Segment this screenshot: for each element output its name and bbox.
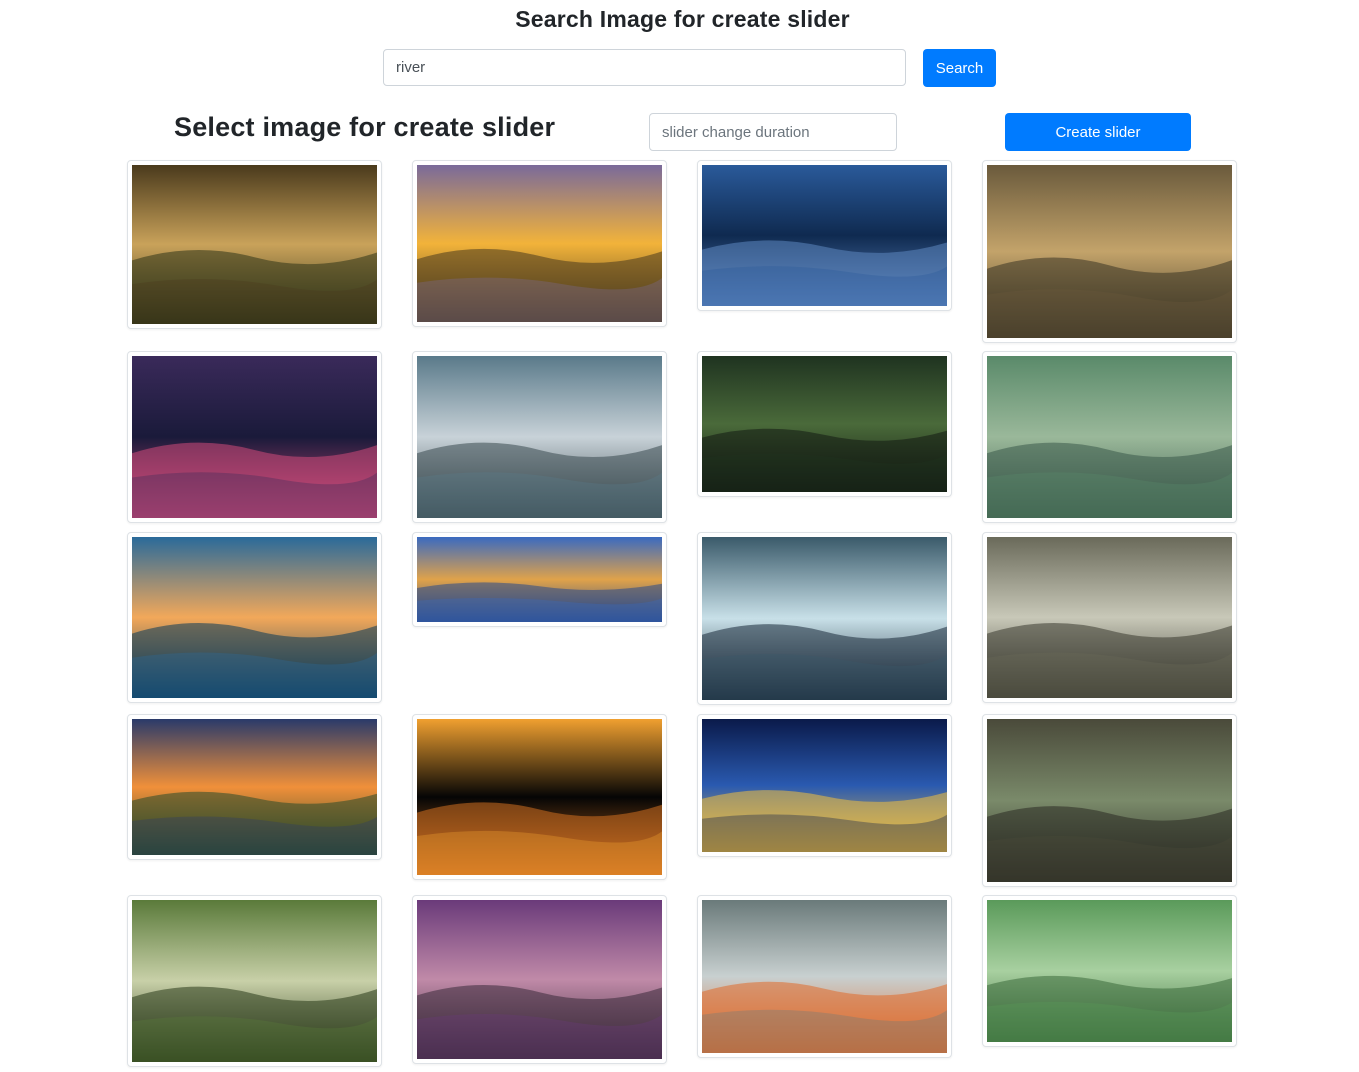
image-photo bbox=[417, 900, 662, 1059]
search-input[interactable] bbox=[383, 49, 906, 86]
select-title: Select image for create slider bbox=[174, 112, 556, 142]
image-photo bbox=[987, 719, 1232, 882]
image-photo bbox=[417, 719, 662, 875]
image-photo bbox=[417, 356, 662, 518]
river-image-5[interactable] bbox=[127, 351, 382, 523]
image-photo bbox=[702, 537, 947, 700]
image-photo bbox=[132, 356, 377, 518]
river-image-14[interactable] bbox=[412, 714, 667, 880]
image-photo bbox=[132, 537, 377, 698]
image-photo bbox=[987, 900, 1232, 1042]
river-image-20[interactable] bbox=[982, 895, 1237, 1047]
river-image-19[interactable] bbox=[697, 895, 952, 1058]
image-photo bbox=[417, 165, 662, 322]
river-image-9[interactable] bbox=[127, 532, 382, 703]
river-image-8[interactable] bbox=[982, 351, 1237, 523]
river-image-1[interactable] bbox=[127, 160, 382, 329]
image-photo bbox=[987, 165, 1232, 338]
river-image-15[interactable] bbox=[697, 714, 952, 857]
image-photo bbox=[987, 537, 1232, 698]
duration-input[interactable] bbox=[649, 113, 897, 151]
image-photo bbox=[132, 900, 377, 1062]
page: Search Image for create slider Search Se… bbox=[0, 0, 1359, 1072]
river-image-17[interactable] bbox=[127, 895, 382, 1067]
river-image-6[interactable] bbox=[412, 351, 667, 523]
river-image-7[interactable] bbox=[697, 351, 952, 497]
river-image-13[interactable] bbox=[127, 714, 382, 860]
image-photo bbox=[702, 356, 947, 492]
image-photo bbox=[132, 165, 377, 324]
image-photo bbox=[702, 165, 947, 306]
river-image-4[interactable] bbox=[982, 160, 1237, 343]
river-image-12[interactable] bbox=[982, 532, 1237, 703]
image-photo bbox=[987, 356, 1232, 518]
search-button[interactable]: Search bbox=[923, 49, 996, 87]
search-title: Search Image for create slider bbox=[515, 6, 850, 32]
image-photo bbox=[132, 719, 377, 855]
river-image-3[interactable] bbox=[697, 160, 952, 311]
image-photo bbox=[702, 900, 947, 1053]
river-image-2[interactable] bbox=[412, 160, 667, 327]
river-image-10[interactable] bbox=[412, 532, 667, 627]
river-image-11[interactable] bbox=[697, 532, 952, 705]
image-photo bbox=[417, 537, 662, 622]
image-photo bbox=[702, 719, 947, 852]
create-slider-button[interactable]: Create slider bbox=[1005, 113, 1191, 151]
river-image-16[interactable] bbox=[982, 714, 1237, 887]
river-image-18[interactable] bbox=[412, 895, 667, 1064]
